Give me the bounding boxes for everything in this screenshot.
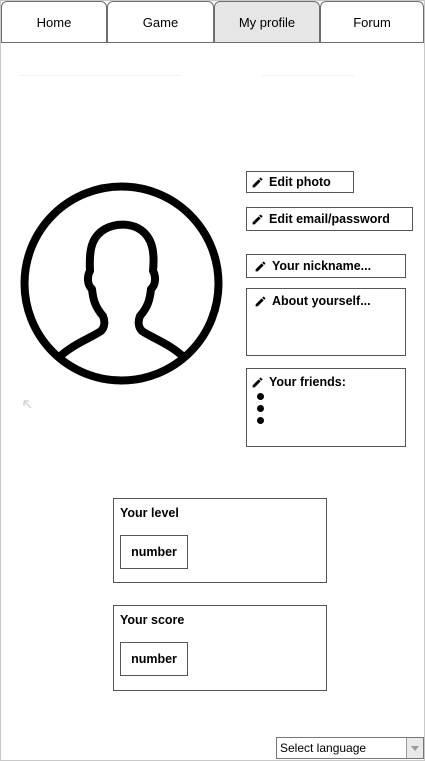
pencil-icon (252, 214, 263, 224)
level-value: number (120, 535, 188, 569)
resize-arrow-icon (23, 400, 32, 409)
tab-forum[interactable]: Forum (320, 1, 424, 43)
language-select[interactable]: Select language (276, 737, 424, 759)
top-tab-bar: Home Game My profile Forum (0, 0, 425, 45)
tab-game[interactable]: Game (107, 1, 214, 43)
bullet-icon (257, 417, 264, 424)
pencil-icon (255, 261, 266, 271)
friends-label: Your friends: (269, 375, 346, 389)
level-title: Your level (120, 506, 179, 520)
edit-email-password-button[interactable]: Edit email/password (246, 207, 413, 231)
tab-label: My profile (238, 14, 296, 30)
nickname-placeholder: Your nickname... (272, 259, 372, 273)
tab-label: Game (142, 14, 179, 30)
user-avatar-icon[interactable] (19, 181, 224, 386)
level-panel: Your level number (113, 498, 327, 583)
pencil-icon (252, 377, 263, 387)
bullet-icon (257, 393, 264, 400)
tab-my-profile[interactable]: My profile (214, 1, 320, 43)
score-panel: Your score number (113, 605, 327, 691)
edit-photo-label: Edit photo (269, 175, 331, 189)
friends-bullets (251, 393, 401, 424)
tab-label: Home (36, 14, 72, 30)
nickname-field[interactable]: Your nickname... (246, 254, 406, 278)
about-yourself-field[interactable]: About yourself... (246, 288, 406, 356)
friends-list[interactable]: Your friends: (246, 368, 406, 447)
edit-photo-button[interactable]: Edit photo (246, 171, 354, 193)
pencil-icon (255, 296, 266, 306)
edit-email-label: Edit email/password (269, 212, 390, 226)
about-placeholder: About yourself... (272, 294, 371, 308)
score-value: number (120, 642, 188, 676)
pencil-icon (252, 177, 263, 187)
language-select-value: Select language (280, 741, 367, 755)
score-title: Your score (120, 613, 185, 627)
bullet-icon (257, 405, 264, 412)
faint-divider (262, 75, 354, 76)
tab-home[interactable]: Home (1, 1, 107, 43)
faint-divider (20, 75, 180, 76)
chevron-down-icon[interactable] (406, 738, 423, 758)
tab-label: Forum (353, 14, 391, 30)
